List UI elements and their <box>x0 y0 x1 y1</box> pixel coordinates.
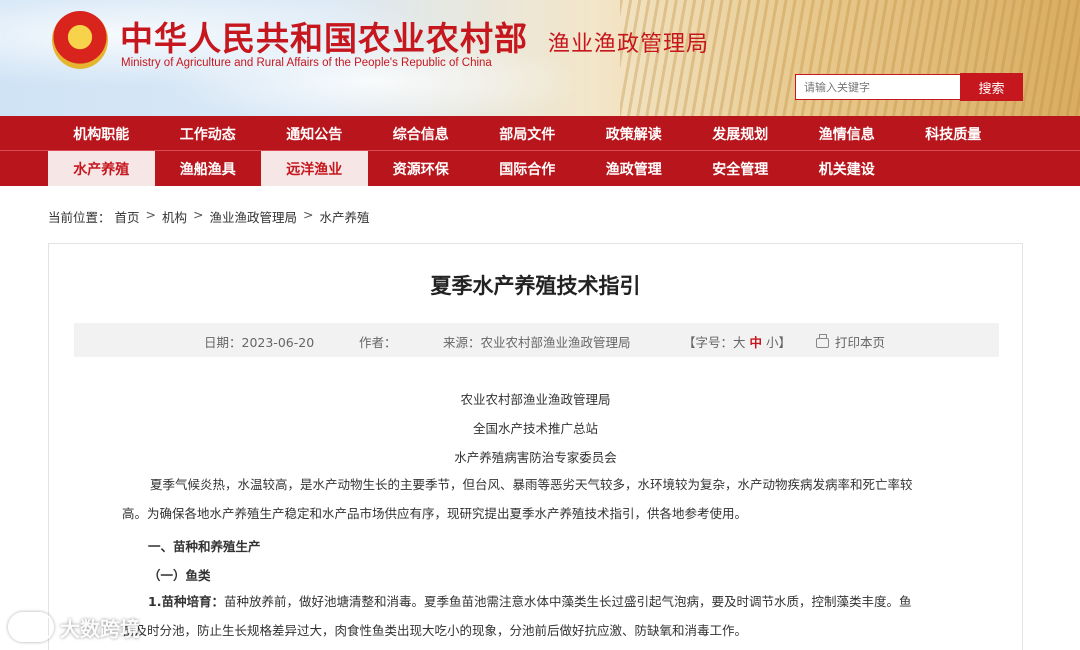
article-title: 夏季水产养殖技术指引 <box>430 274 641 298</box>
nav-item-row1-7[interactable]: 渔情信息 <box>794 116 901 151</box>
nav-item-row2-2[interactable]: 远洋渔业 <box>261 151 368 186</box>
nav-item-row2-1[interactable]: 渔船渔具 <box>155 151 262 186</box>
nav-item-row2-0[interactable]: 水产养殖 <box>48 151 155 186</box>
paragraph-label: 1.苗种培育： <box>148 594 224 609</box>
print-button[interactable]: 打印本页 <box>816 332 885 351</box>
printer-icon <box>816 334 829 348</box>
nav-item-row1-6[interactable]: 发展规划 <box>687 116 794 151</box>
print-label: 打印本页 <box>835 335 886 350</box>
section-heading: 一、苗种和养殖生产 <box>148 539 261 554</box>
nav-item-row1-0[interactable]: 机构职能 <box>48 116 155 151</box>
nav-item-row2-5[interactable]: 渔政管理 <box>581 151 688 186</box>
bureau-name[interactable]: 渔业渔政管理局 <box>548 26 709 58</box>
site-title[interactable]: 中华人民共和国农业农村部 <box>120 12 528 60</box>
breadcrumb-bureau[interactable]: 渔业渔政管理局 <box>210 207 298 226</box>
breadcrumb-separator: > <box>303 207 314 222</box>
nav-item-row2-3[interactable]: 资源环保 <box>368 151 475 186</box>
org-line: 全国水产技术推广总站 <box>472 421 598 436</box>
paragraph-line: 高。为确保各地水产养殖生产稳定和水产品市场供应有序，现研究提出夏季水产养殖技术指… <box>122 506 748 521</box>
watermark: 大数跨境 <box>8 612 140 642</box>
paragraph-line: 1.苗种培育：苗种放养前，做好池塘清整和消毒。夏季鱼苗池需注意水体中藻类生长过盛… <box>148 587 988 616</box>
article-date: 日期：2023-06-20 <box>204 335 315 350</box>
header-banner: ★ 中华人民共和国农业农村部 Ministry of Agriculture a… <box>0 0 1080 116</box>
font-size-small-button[interactable]: 小 <box>766 335 779 350</box>
breadcrumb: 当前位置： 首页 > 机构 > 渔业渔政管理局 > 水产养殖 <box>48 207 370 226</box>
font-size-suffix: 】 <box>778 335 792 350</box>
org-line: 农业农村部渔业渔政管理局 <box>460 392 611 407</box>
font-size-control: 【字号：大 中 小】 <box>683 332 791 351</box>
nav-item-row2-4[interactable]: 国际合作 <box>474 151 581 186</box>
breadcrumb-prefix: 当前位置： <box>48 210 111 225</box>
site-subtitle: Ministry of Agriculture and Rural Affair… <box>121 57 492 69</box>
nav-item-row1-2[interactable]: 通知公告 <box>261 116 368 151</box>
search-button[interactable]: 搜索 <box>960 73 1023 101</box>
breadcrumb-home[interactable]: 首页 <box>115 207 140 226</box>
subsection-heading: （一）鱼类 <box>148 568 211 583</box>
nav-item-row2-7[interactable]: 机关建设 <box>794 151 901 186</box>
nav-item-row1-3[interactable]: 综合信息 <box>368 116 475 151</box>
breadcrumb-current[interactable]: 水产养殖 <box>320 207 370 226</box>
main-nav: 机构职能 工作动态 通知公告 综合信息 部局文件 政策解读 发展规划 渔情信息 科技质量 水产养… <box>0 116 1080 186</box>
article-source: 来源：农业农村部渔业渔政管理局 <box>443 335 631 350</box>
search-input[interactable] <box>795 74 961 100</box>
watermark-logo-icon <box>8 612 54 642</box>
breadcrumb-org[interactable]: 机构 <box>162 207 187 226</box>
article-panel: 夏季水产养殖技术指引 日期：2023-06-20 作者： 来源：农业农村部渔业渔… <box>48 243 1023 650</box>
watermark-text: 大数跨境 <box>60 616 140 641</box>
nav-item-row1-5[interactable]: 政策解读 <box>581 116 688 151</box>
paragraph-text: 苗种放养前，做好池塘清整和消毒。夏季鱼苗池需注意水体中藻类生长过盛引起气泡病，要… <box>223 594 912 609</box>
breadcrumb-separator: > <box>145 207 157 222</box>
org-line: 水产养殖病害防治专家委员会 <box>454 450 617 465</box>
nav-row-1: 机构职能 工作动态 通知公告 综合信息 部局文件 政策解读 发展规划 渔情信息 科技质量 <box>48 116 1007 151</box>
paragraph-line: 夏季气候炎热，水温较高，是水产动物生长的主要季节，但台风、暴雨等恶劣天气较多，水… <box>150 477 913 492</box>
article-author: 作者： <box>359 335 397 350</box>
font-size-medium-button[interactable]: 中 <box>750 335 763 350</box>
nav-item-row2-6[interactable]: 安全管理 <box>687 151 794 186</box>
article-meta-bar: 日期：2023-06-20 作者： 来源：农业农村部渔业渔政管理局 【字号：大 … <box>74 323 999 357</box>
nav-row-2: 水产养殖 渔船渔具 远洋渔业 资源环保 国际合作 渔政管理 安全管理 机关建设 <box>48 151 900 186</box>
nav-item-row1-8[interactable]: 科技质量 <box>900 116 1007 151</box>
nav-item-row1-1[interactable]: 工作动态 <box>155 116 262 151</box>
nav-item-row1-4[interactable]: 部局文件 <box>474 116 581 151</box>
national-emblem-icon[interactable]: ★ <box>52 11 108 69</box>
paragraph-line: 苗及时分池，防止生长规格差异过大，肉食性鱼类出现大吃小的现象，分池前后做好抗应激… <box>122 623 748 638</box>
breadcrumb-separator: > <box>193 207 204 222</box>
font-size-large-button[interactable]: 大 <box>733 335 746 350</box>
font-size-prefix: 【字号： <box>683 335 734 350</box>
